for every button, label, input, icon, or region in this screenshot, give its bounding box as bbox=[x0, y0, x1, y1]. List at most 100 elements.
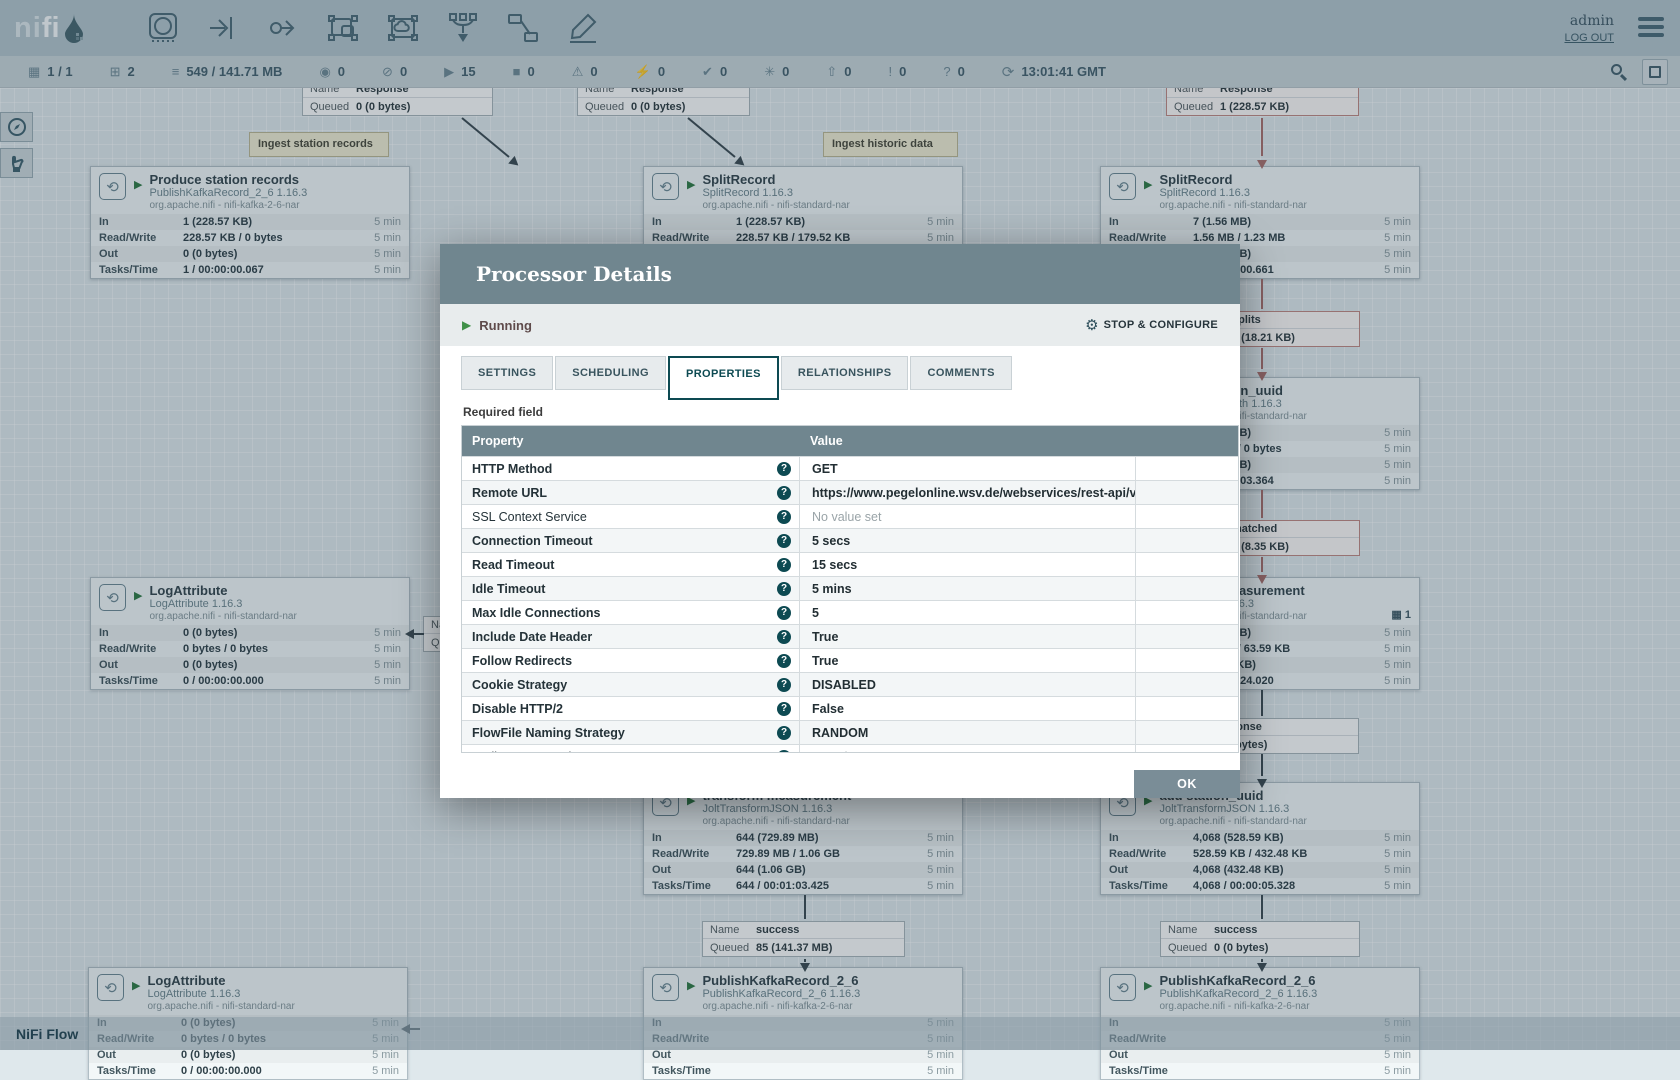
property-value-cell[interactable]: No value set bbox=[800, 745, 1136, 752]
property-value-cell[interactable]: https://www.pegelonline.wsv.de/webservic… bbox=[800, 481, 1136, 504]
property-name-cell: FlowFile Naming Strategy? bbox=[462, 721, 800, 744]
running-icon: ▶ bbox=[462, 318, 471, 332]
required-field-note: Required field bbox=[463, 405, 1217, 419]
property-name-cell: Max Idle Connections? bbox=[462, 601, 800, 624]
property-value-cell[interactable]: DISABLED bbox=[800, 673, 1136, 696]
help-icon[interactable]: ? bbox=[777, 654, 791, 668]
property-name: Disable HTTP/2 bbox=[472, 702, 563, 716]
property-value-cell[interactable]: No value set bbox=[800, 505, 1136, 528]
property-value-cell[interactable]: GET bbox=[800, 457, 1136, 480]
property-row: FlowFile Naming Strategy?RANDOM bbox=[462, 720, 1238, 744]
property-name-cell: Include Date Header? bbox=[462, 625, 800, 648]
properties-table-header: Property Value bbox=[462, 426, 1238, 456]
dialog-tabs: SETTINGSSCHEDULINGPROPERTIESRELATIONSHIP… bbox=[461, 356, 1219, 390]
help-icon[interactable]: ? bbox=[777, 534, 791, 548]
property-value-cell[interactable]: RANDOM bbox=[800, 721, 1136, 744]
property-value-cell[interactable]: True bbox=[800, 625, 1136, 648]
processor-details-dialog: Processor Details ▶ Running ⚙ STOP & CON… bbox=[440, 244, 1240, 798]
property-row: SSL Context Service?No value set bbox=[462, 504, 1238, 528]
property-value-cell[interactable]: 5 secs bbox=[800, 529, 1136, 552]
property-name-cell: Idle Timeout? bbox=[462, 577, 800, 600]
stat-period: 5 min bbox=[372, 1049, 399, 1061]
stat-value: 0 / 00:00:00.000 bbox=[181, 1065, 372, 1077]
property-value-cell[interactable]: 5 bbox=[800, 601, 1136, 624]
tab-properties[interactable]: PROPERTIES bbox=[668, 356, 779, 400]
dialog-title: Processor Details bbox=[440, 244, 1240, 304]
help-icon[interactable]: ? bbox=[777, 462, 791, 476]
gear-icon: ⚙ bbox=[1085, 316, 1098, 334]
tab-comments[interactable]: COMMENTS bbox=[910, 356, 1011, 390]
stat-label: Tasks/Time bbox=[97, 1065, 181, 1077]
processor-stat-row: Tasks/Time0 / 00:00:00.0005 min bbox=[89, 1063, 407, 1079]
help-icon[interactable]: ? bbox=[777, 510, 791, 524]
property-column-header: Property bbox=[462, 434, 800, 448]
help-icon[interactable]: ? bbox=[777, 702, 791, 716]
help-icon[interactable]: ? bbox=[777, 678, 791, 692]
stat-label: Tasks/Time bbox=[652, 1065, 736, 1077]
property-name: Connection Timeout bbox=[472, 534, 593, 548]
stat-period: 5 min bbox=[1384, 1049, 1411, 1061]
property-name-cell: HTTP Method? bbox=[462, 457, 800, 480]
stat-period: 5 min bbox=[1384, 1065, 1411, 1077]
property-name-cell: Cookie Strategy? bbox=[462, 673, 800, 696]
property-name: Include Date Header bbox=[472, 630, 592, 644]
help-icon[interactable]: ? bbox=[777, 486, 791, 500]
tab-scheduling[interactable]: SCHEDULING bbox=[555, 356, 666, 390]
property-name: Idle Timeout bbox=[472, 582, 545, 596]
stat-period: 5 min bbox=[372, 1065, 399, 1077]
help-icon[interactable]: ? bbox=[777, 558, 791, 572]
property-name-cell: Connection Timeout? bbox=[462, 529, 800, 552]
help-icon[interactable]: ? bbox=[777, 606, 791, 620]
help-icon[interactable]: ? bbox=[777, 750, 791, 753]
property-name: SSL Context Service bbox=[472, 510, 587, 524]
property-value-cell[interactable]: False bbox=[800, 697, 1136, 720]
properties-table-body: HTTP Method?GETRemote URL?https://www.pe… bbox=[462, 456, 1238, 752]
stat-period: 5 min bbox=[927, 1065, 954, 1077]
property-name-cell: Disable HTTP/2? bbox=[462, 697, 800, 720]
value-column-header: Value bbox=[800, 434, 1136, 448]
property-name-cell: Remote URL? bbox=[462, 481, 800, 504]
property-name: Read Timeout bbox=[472, 558, 554, 572]
property-row: Attributes to Send?No value set bbox=[462, 744, 1238, 752]
run-state-label: Running bbox=[479, 318, 532, 333]
property-row: HTTP Method?GET bbox=[462, 456, 1238, 480]
property-name: FlowFile Naming Strategy bbox=[472, 726, 625, 740]
property-name: Remote URL bbox=[472, 486, 547, 500]
ok-button[interactable]: OK bbox=[1134, 770, 1240, 798]
stat-period: 5 min bbox=[927, 1049, 954, 1061]
property-name-cell: Follow Redirects? bbox=[462, 649, 800, 672]
property-row: Remote URL?https://www.pegelonline.wsv.d… bbox=[462, 480, 1238, 504]
property-name: Attributes to Send bbox=[472, 750, 571, 753]
property-name-cell: Read Timeout? bbox=[462, 553, 800, 576]
stat-label: Out bbox=[97, 1049, 181, 1061]
processor-stat-row: Tasks/Time 5 min bbox=[1101, 1063, 1419, 1079]
property-row: Read Timeout?15 secs bbox=[462, 552, 1238, 576]
property-row: Connection Timeout?5 secs bbox=[462, 528, 1238, 552]
property-name-cell: SSL Context Service? bbox=[462, 505, 800, 528]
property-row: Max Idle Connections?5 bbox=[462, 600, 1238, 624]
tab-relationships[interactable]: RELATIONSHIPS bbox=[781, 356, 909, 390]
property-value-cell[interactable]: 5 mins bbox=[800, 577, 1136, 600]
stat-label: Out bbox=[652, 1049, 736, 1061]
property-row: Idle Timeout?5 mins bbox=[462, 576, 1238, 600]
property-row: Disable HTTP/2?False bbox=[462, 696, 1238, 720]
property-name: Cookie Strategy bbox=[472, 678, 567, 692]
tab-settings[interactable]: SETTINGS bbox=[461, 356, 553, 390]
property-name: Max Idle Connections bbox=[472, 606, 601, 620]
property-row: Cookie Strategy?DISABLED bbox=[462, 672, 1238, 696]
stat-label: Out bbox=[1109, 1049, 1193, 1061]
stop-and-configure-button[interactable]: ⚙ STOP & CONFIGURE bbox=[1085, 316, 1218, 334]
stat-value: 0 (0 bytes) bbox=[181, 1049, 372, 1061]
help-icon[interactable]: ? bbox=[777, 582, 791, 596]
property-row: Follow Redirects?True bbox=[462, 648, 1238, 672]
property-name: Follow Redirects bbox=[472, 654, 572, 668]
help-icon[interactable]: ? bbox=[777, 630, 791, 644]
stat-label: Tasks/Time bbox=[1109, 1065, 1193, 1077]
dialog-status-bar: ▶ Running ⚙ STOP & CONFIGURE bbox=[440, 304, 1240, 346]
property-row: Include Date Header?True bbox=[462, 624, 1238, 648]
property-name-cell: Attributes to Send? bbox=[462, 745, 800, 752]
property-value-cell[interactable]: 15 secs bbox=[800, 553, 1136, 576]
processor-stat-row: Tasks/Time 5 min bbox=[644, 1063, 962, 1079]
property-value-cell[interactable]: True bbox=[800, 649, 1136, 672]
help-icon[interactable]: ? bbox=[777, 726, 791, 740]
